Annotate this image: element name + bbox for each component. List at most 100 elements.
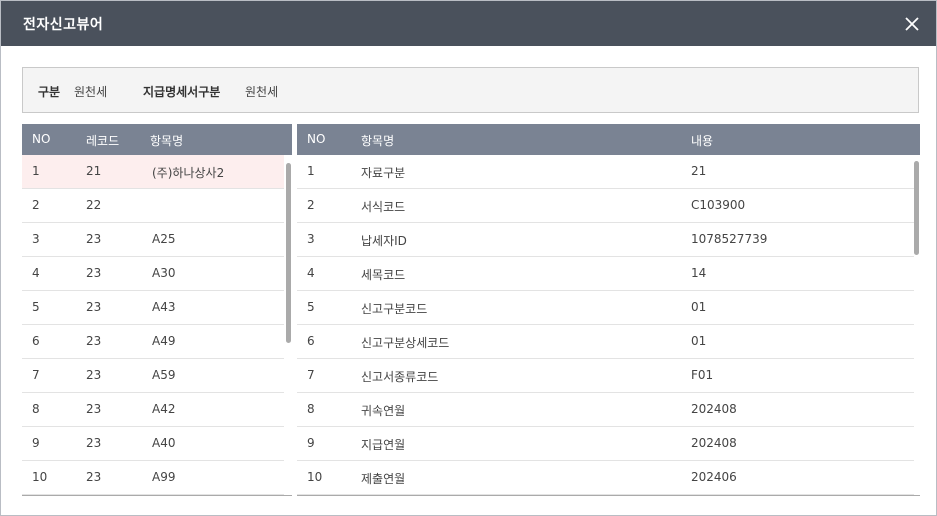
cell-item-name: 세목코드 [361, 268, 406, 282]
cell-content: 202406 [691, 470, 737, 484]
cell-no: 7 [32, 368, 40, 382]
cell-content: 01 [691, 334, 707, 348]
table-row[interactable]: 9 23 A40 [22, 427, 284, 461]
table-row[interactable]: 2 서식코드 C103900 [297, 189, 914, 223]
cell-item-name: A30 [152, 266, 176, 280]
cell-item-name: (주)하나상사2 [152, 166, 225, 180]
filter-label-type: 구분 [38, 85, 61, 99]
cell-no: 4 [307, 266, 315, 280]
cell-content: 202408 [691, 402, 737, 416]
table-row[interactable]: 6 23 A49 [22, 325, 284, 359]
header-no: NO [307, 132, 326, 146]
cell-item-name: 제출연월 [361, 472, 406, 486]
cell-no: 7 [307, 368, 315, 382]
table-row[interactable]: 3 23 A25 [22, 223, 284, 257]
header-content: 내용 [691, 134, 714, 148]
table-row[interactable]: 4 세목코드 14 [297, 257, 914, 291]
cell-item-name: A25 [152, 232, 176, 246]
table-row[interactable]: 3 납세자ID 1078527739 [297, 223, 914, 257]
cell-no: 6 [307, 334, 315, 348]
detail-grid-scrollbar[interactable] [914, 161, 919, 255]
title-bar: 전자신고뷰어 [1, 1, 936, 46]
table-row[interactable]: 7 신고서종류코드 F01 [297, 359, 914, 393]
header-item-name: 항목명 [361, 134, 395, 148]
cell-record: 23 [86, 300, 102, 314]
filter-label-statement-type: 지급명세서구분 [143, 85, 221, 99]
cell-no: 2 [307, 198, 315, 212]
cell-content: 1078527739 [691, 232, 768, 246]
cell-item-name: A40 [152, 436, 176, 450]
table-row[interactable]: 8 귀속연월 202408 [297, 393, 914, 427]
cell-item-name: 서식코드 [361, 200, 406, 214]
detail-grid: NO 항목명 내용 1 자료구분 21 2 서식코드 C103900 3 납세자ID 10785… [297, 124, 920, 496]
table-row[interactable]: 5 신고구분코드 01 [297, 291, 914, 325]
header-item-name: 항목명 [150, 134, 184, 148]
dialog-title: 전자신고뷰어 [23, 17, 104, 33]
cell-no: 3 [32, 232, 40, 246]
table-row[interactable]: 1 21 (주)하나상사2 [22, 155, 284, 189]
table-row[interactable]: 7 23 A59 [22, 359, 284, 393]
cell-content: F01 [691, 368, 714, 382]
cell-no: 5 [32, 300, 40, 314]
cell-no: 1 [32, 164, 40, 178]
cell-content: C103900 [691, 198, 746, 212]
table-row[interactable]: 10 23 A99 [22, 461, 284, 495]
cell-item-name: 신고서종류코드 [361, 370, 439, 384]
filter-value-type: 원천세 [74, 85, 108, 99]
header-record: 레코드 [86, 134, 120, 148]
cell-item-name: 신고구분상세코드 [361, 336, 450, 350]
cell-record: 22 [86, 198, 102, 212]
cell-record: 21 [86, 164, 102, 178]
cell-record: 23 [86, 334, 102, 348]
cell-item-name: 납세자ID [361, 234, 407, 248]
cell-item-name: 지급연월 [361, 438, 406, 452]
cell-content: 202408 [691, 436, 737, 450]
record-grid-header: NO 레코드 항목명 [22, 124, 292, 155]
cell-record: 23 [86, 266, 102, 280]
cell-no: 9 [32, 436, 40, 450]
cell-no: 8 [32, 402, 40, 416]
cell-no: 8 [307, 402, 315, 416]
cell-item-name: A43 [152, 300, 176, 314]
cell-content: 21 [691, 164, 707, 178]
filter-value-statement-type: 원천세 [245, 85, 279, 99]
viewer-dialog: 전자신고뷰어 구분 원천세 지급명세서구분 원천세 NO 레코드 항목명 1 21… [0, 0, 937, 516]
table-row[interactable]: 8 23 A42 [22, 393, 284, 427]
cell-no: 10 [32, 470, 48, 484]
cell-content: 01 [691, 300, 707, 314]
cell-item-name: 귀속연월 [361, 404, 406, 418]
record-grid: NO 레코드 항목명 1 21 (주)하나상사2 2 22 3 23 A25 4 23 A30 5 23… [22, 124, 292, 496]
cell-record: 23 [86, 368, 102, 382]
table-row[interactable]: 5 23 A43 [22, 291, 284, 325]
table-row[interactable]: 2 22 [22, 189, 284, 223]
cell-item-name: 자료구분 [361, 166, 406, 180]
cell-item-name: A49 [152, 334, 176, 348]
close-button[interactable] [900, 12, 924, 36]
cell-record: 23 [86, 436, 102, 450]
cell-item-name: 신고구분코드 [361, 302, 428, 316]
cell-no: 6 [32, 334, 40, 348]
cell-no: 3 [307, 232, 315, 246]
cell-no: 1 [307, 164, 315, 178]
close-icon [905, 17, 919, 31]
table-row[interactable]: 9 지급연월 202408 [297, 427, 914, 461]
table-row[interactable]: 4 23 A30 [22, 257, 284, 291]
detail-grid-header: NO 항목명 내용 [297, 124, 920, 155]
cell-no: 5 [307, 300, 315, 314]
table-row[interactable]: 6 신고구분상세코드 01 [297, 325, 914, 359]
cell-no: 4 [32, 266, 40, 280]
cell-item-name: A42 [152, 402, 176, 416]
cell-record: 23 [86, 232, 102, 246]
table-row[interactable]: 1 자료구분 21 [297, 155, 914, 189]
header-no: NO [32, 132, 51, 146]
record-grid-body: 1 21 (주)하나상사2 2 22 3 23 A25 4 23 A30 5 23 A43 6 23 A49 7 2… [22, 155, 292, 495]
table-row[interactable]: 10 제출연월 202406 [297, 461, 914, 495]
cell-no: 10 [307, 470, 323, 484]
cell-record: 23 [86, 402, 102, 416]
cell-item-name: A59 [152, 368, 176, 382]
detail-grid-body: 1 자료구분 21 2 서식코드 C103900 3 납세자ID 1078527739 4 세목코드… [297, 155, 920, 495]
cell-record: 23 [86, 470, 102, 484]
record-grid-scrollbar[interactable] [286, 163, 291, 343]
cell-no: 9 [307, 436, 315, 450]
cell-no: 2 [32, 198, 40, 212]
